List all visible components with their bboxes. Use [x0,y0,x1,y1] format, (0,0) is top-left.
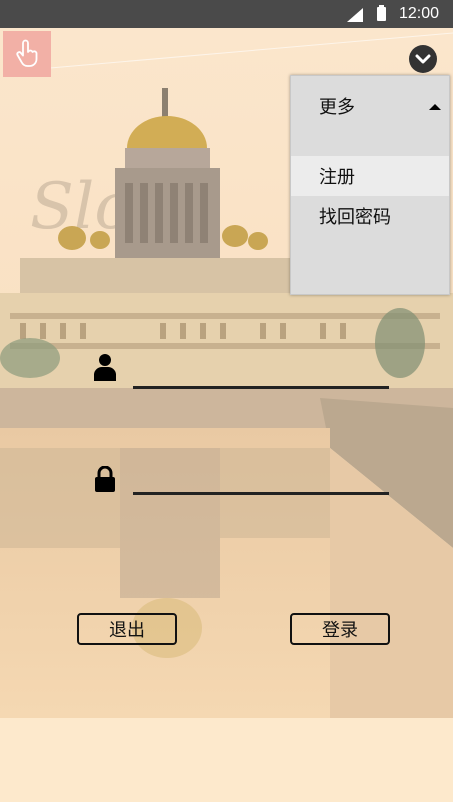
login-screen: SloaG [0,28,453,802]
user-icon [94,354,116,381]
signal-icon [347,8,363,22]
login-button[interactable]: 登录 [290,613,390,645]
menu-item-label: 找回密码 [319,207,391,228]
menu-item-register[interactable]: 注册 [291,156,449,196]
status-bar: 12:00 [0,0,453,28]
touch-icon [16,39,38,67]
menu-header[interactable]: 更多 [291,76,449,136]
battery-icon [377,5,386,21]
username-input[interactable] [133,386,389,389]
password-input[interactable] [133,492,389,495]
caret-up-icon [429,104,441,110]
lock-icon [95,466,115,492]
menu-item-recover-password[interactable]: 找回密码 [291,196,449,236]
more-menu-toggle-button[interactable] [409,45,437,73]
menu-item-label: 注册 [319,167,355,188]
menu-header-label: 更多 [319,97,355,118]
touch-icon-box[interactable] [3,31,51,77]
bottom-area [0,718,453,802]
exit-button[interactable]: 退出 [77,613,177,645]
chevron-down-icon [415,54,431,64]
status-time: 12:00 [398,5,439,22]
more-menu: 更多 注册 找回密码 [290,75,450,295]
